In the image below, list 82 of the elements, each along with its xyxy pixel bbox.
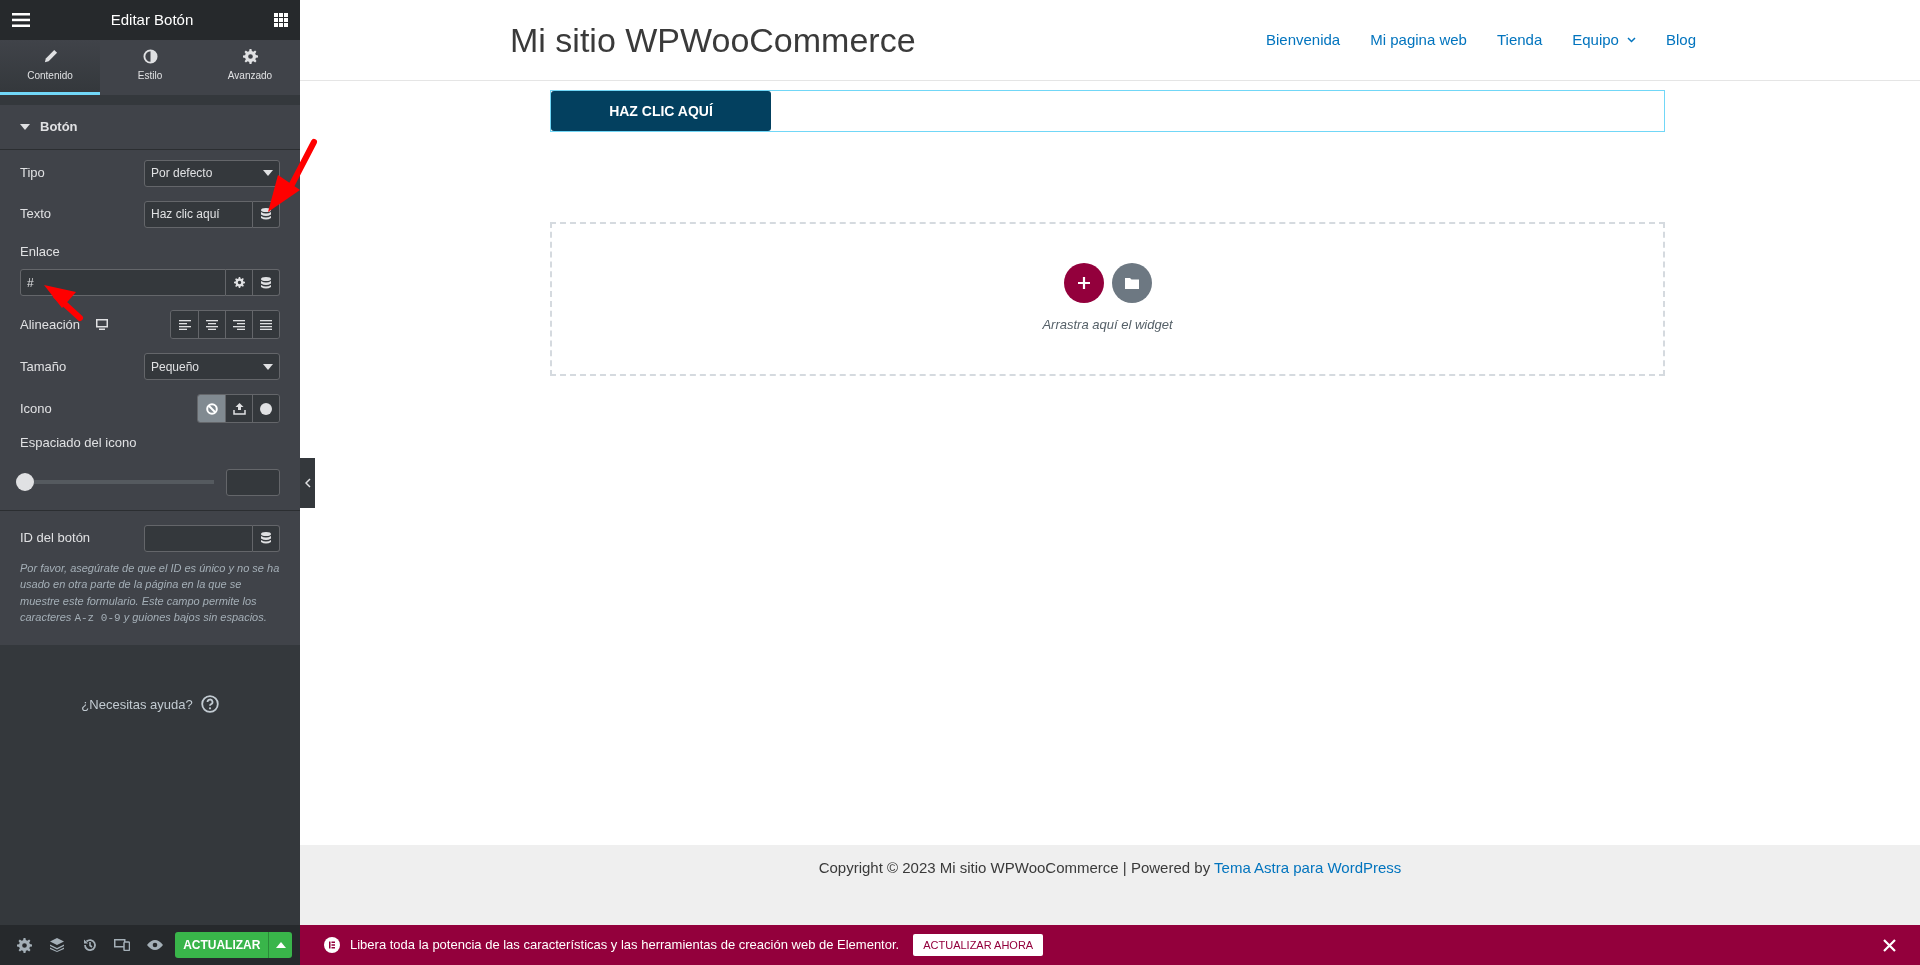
drop-zone[interactable]: Arrastra aquí el widget [550,222,1665,376]
section-title[interactable]: Botón [40,117,78,137]
annotation-arrow [44,285,83,321]
close-button[interactable] [1883,938,1896,952]
help-icon [200,695,219,714]
eye-icon [146,940,163,950]
panel-tab[interactable]: Estilo [100,40,200,95]
caret-icon [263,170,273,176]
add-button[interactable] [1063,263,1104,304]
menu-icon [12,13,30,27]
caret-icon [263,363,273,370]
plus-icon [1076,276,1091,291]
field-label: Alineación [20,315,80,334]
input-field[interactable]: Haz clic aquí [144,200,253,228]
grid-icon [274,13,288,27]
devices-icon [114,939,131,951]
contrast-icon [142,49,158,64]
choice-button[interactable] [171,311,198,338]
input-field[interactable] [144,524,253,552]
nav-link[interactable]: Mi pagina web [1370,28,1467,52]
database-icon [261,532,271,544]
field-label: Tipo [20,164,45,183]
settings-icon [242,49,258,64]
upload-icon [232,402,246,415]
help-text: Por favor, asegúrate de que el ID es único y no se ha usado en otra parte de la página en la que se muestre este formulario. Este campo permite los caracteres A-z 0-9 y guiones bajos sin espacios. [20,560,280,626]
field-label: Icono [20,399,52,418]
history-icon [82,938,97,952]
dynamic-tags-button[interactable] [253,524,280,552]
nav-link[interactable]: Tienda [1496,28,1543,52]
select-field[interactable]: Pequeño [144,353,280,380]
select-field[interactable]: Por defecto [144,159,280,187]
slider-handle[interactable] [16,473,34,491]
cta-button[interactable]: HAZ CLIC AQUÍ [551,91,771,131]
folder-button[interactable] [1111,263,1152,304]
upgrade-button[interactable]: ACTUALIZAR AHORA [913,933,1044,957]
field-label: Tamaño [20,357,67,376]
chevron-icon [304,478,311,488]
menu-button[interactable] [12,13,30,27]
widgets-button[interactable] [274,13,288,27]
nav-link[interactable]: Bienvenida [1265,28,1341,52]
number-field[interactable] [226,468,280,496]
align-right-icon [233,319,245,330]
monitor-icon [96,319,108,330]
site-title[interactable]: Mi sitio WPWooCommerce [510,14,916,66]
field-label: Texto [20,205,52,224]
elementor-logo-icon [324,937,340,953]
layers-icon [49,938,64,952]
close-icon [1883,938,1896,952]
pencil-icon [42,49,58,64]
field-label: Espaciado del icono [20,434,138,452]
choice-button[interactable] [225,395,252,422]
panel-title: Editar Botón [110,9,194,30]
circle-icon [260,402,272,415]
choice-button[interactable] [225,311,252,338]
nav-link[interactable]: Equipo [1572,28,1619,52]
collapse-handle[interactable] [300,458,315,508]
choice-button[interactable] [252,311,279,338]
link-options-button[interactable] [226,269,253,296]
settings-icon [16,937,32,953]
publish-options-button[interactable] [268,932,293,958]
caret-icon [275,942,286,948]
url-field[interactable]: # [20,269,226,296]
help-link[interactable]: ¿Necesitas ayuda? [81,694,193,714]
database-icon [261,208,271,220]
choice-button[interactable] [252,395,279,422]
folder-icon [1124,277,1139,290]
field-label: Enlace [20,242,61,261]
dynamic-tags-button[interactable] [253,269,280,296]
panel-tab[interactable]: Avanzado [200,40,300,95]
database-icon [261,276,271,289]
settings-icon [233,277,245,288]
align-left-icon [178,319,191,330]
nav-link[interactable]: Blog [1665,28,1696,52]
field-label: ID del botón [20,529,91,548]
copyright-text: Copyright © 2023 Mi sitio WPWooCommerce | Powered by Tema Astra para WordPress [818,858,1402,878]
drop-hint: Arrastra aquí el widget [1042,316,1173,335]
align-center-icon [206,319,218,330]
theme-link[interactable]: Tema Astra para WordPress [1214,859,1402,876]
choice-button[interactable] [198,311,225,338]
justify-icon [260,319,272,330]
prohibited-icon [205,402,218,415]
notice-text: Libera toda la potencia de las características y las herramientas de creación web de Elementor. [350,936,900,955]
